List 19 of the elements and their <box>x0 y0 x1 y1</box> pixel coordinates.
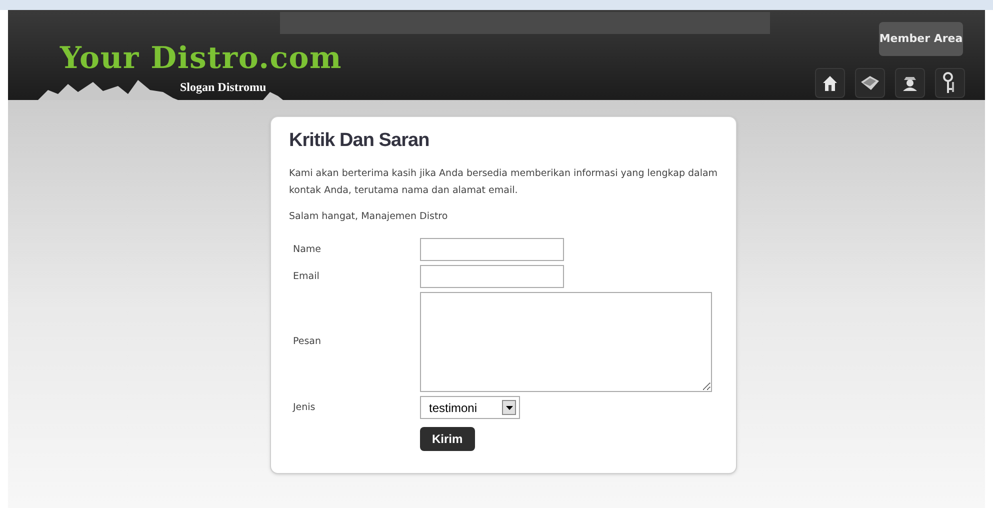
greeting-text: Salam hangat, Manajemen Distro <box>289 210 449 224</box>
site-slogan: Slogan Distromu <box>180 79 266 96</box>
home-icon[interactable] <box>815 68 845 98</box>
field-label: Name <box>292 242 322 257</box>
input-field[interactable] <box>420 238 564 262</box>
site-logo[interactable]: Your Distro.com <box>60 44 342 74</box>
member-area-button[interactable]: Member Area <box>879 22 963 56</box>
field-label: Jenis <box>292 400 316 415</box>
type-dropdown[interactable]: testimoni <box>420 396 520 420</box>
person-icon[interactable] <box>895 68 925 98</box>
caret-icon <box>506 406 512 410</box>
field-label: Pesan <box>292 335 322 350</box>
input-field[interactable] <box>420 265 564 288</box>
submit-button[interactable]: Kirim <box>420 427 475 452</box>
message-field[interactable] <box>420 292 712 392</box>
field-label: Email <box>292 270 320 284</box>
intro-text: Kami akan berterima kasih jika Anda bersedia memberikan informasi yang lengkap dalam kontak Anda, terutama nama dan alamat email. <box>289 167 718 198</box>
keys-icon[interactable] <box>935 68 965 98</box>
form-title: Kritik Dan Saran <box>289 129 430 153</box>
